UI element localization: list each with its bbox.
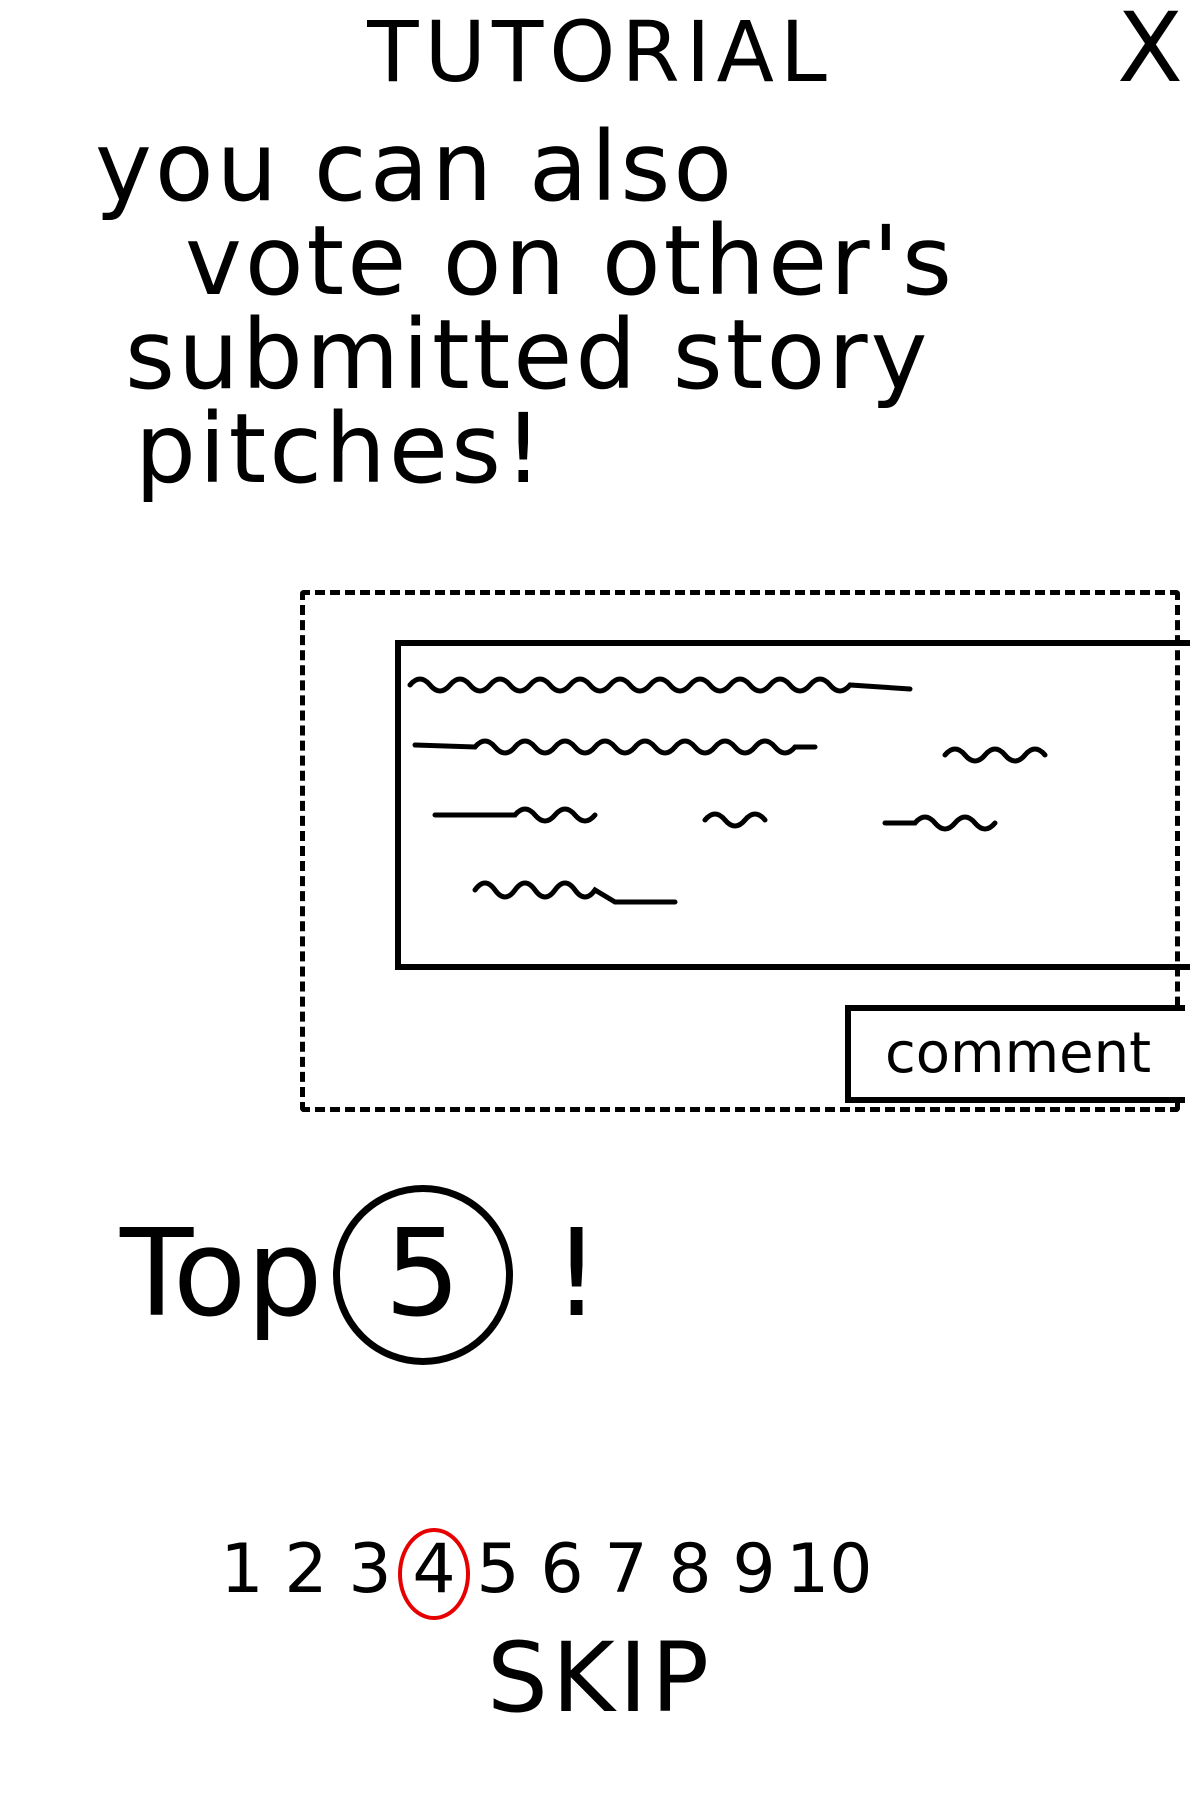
top-count-circle: 5 (332, 1185, 513, 1365)
page-4-current[interactable]: 4 (398, 1520, 470, 1620)
page-7[interactable]: 7 (594, 1520, 658, 1620)
headline-line-1: you can also (95, 111, 736, 223)
page-10[interactable]: 10 (786, 1520, 873, 1620)
top-exclamation: ! (552, 1205, 601, 1344)
page-9[interactable]: 9 (722, 1520, 786, 1620)
placeholder-text-scribble (407, 676, 1048, 905)
tutorial-pagination: 1 2 3 4 5 6 7 8 9 10 (210, 1520, 1010, 1620)
top-five-callout: Top 5 ! (120, 1175, 601, 1375)
page-3[interactable]: 3 (338, 1520, 402, 1620)
page-5[interactable]: 5 (466, 1520, 530, 1620)
skip-button[interactable]: SKIP (487, 1622, 713, 1734)
headline-line-2: vote on other's (185, 205, 956, 317)
page-1[interactable]: 1 (210, 1520, 274, 1620)
headline-line-3: submitted story (125, 299, 931, 411)
top-label: Top (120, 1205, 323, 1344)
comment-button[interactable]: comment (845, 1005, 1185, 1103)
skip-row: SKIP (0, 1630, 1200, 1726)
page-6[interactable]: 6 (530, 1520, 594, 1620)
close-button[interactable]: X (1110, 0, 1190, 96)
page-8[interactable]: 8 (658, 1520, 722, 1620)
tutorial-headline: you can also vote on other's submitted s… (95, 111, 1095, 505)
tutorial-title: TUTORIAL (367, 3, 833, 101)
page-2[interactable]: 2 (274, 1520, 338, 1620)
headline-line-4: pitches! (135, 393, 546, 505)
